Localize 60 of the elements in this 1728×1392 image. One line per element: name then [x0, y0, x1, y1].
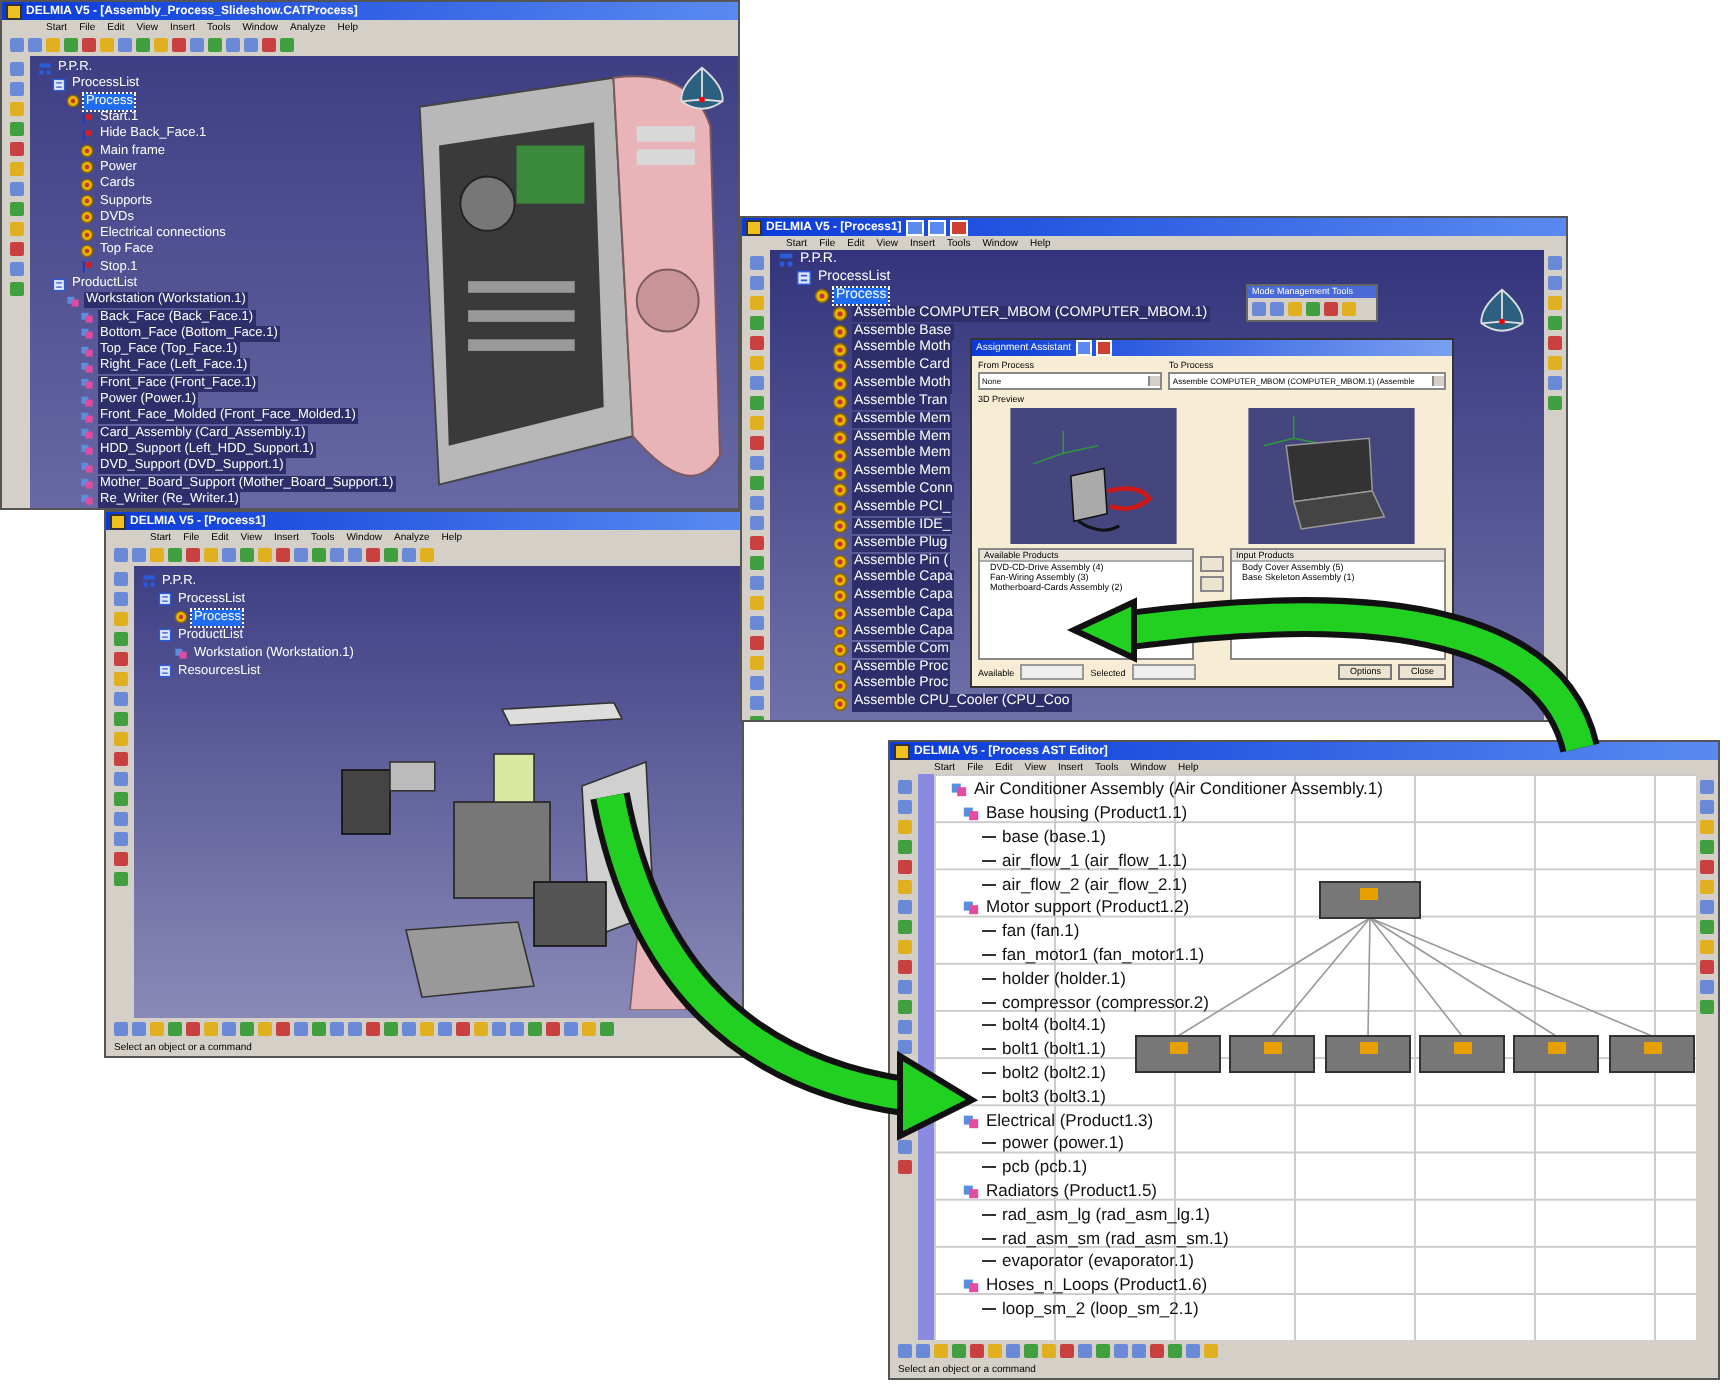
hierarchy-icon: [142, 574, 156, 588]
hierarchy-icon: [38, 61, 52, 76]
graph-node[interactable]: [1513, 1035, 1599, 1073]
input-field[interactable]: [1020, 664, 1085, 680]
list-icon: [158, 628, 172, 642]
hierarchy-icon: [778, 252, 794, 269]
graph-node[interactable]: [1319, 881, 1421, 919]
tree-item[interactable]: air_flow_1 (air_flow_1.1): [1000, 849, 1190, 872]
tree-item[interactable]: power (power.1): [1000, 1132, 1126, 1155]
tree-item[interactable]: holder (holder.1): [1000, 967, 1128, 990]
tree-item[interactable]: Electrical (Product1.3): [984, 1109, 1156, 1132]
graph-node[interactable]: [1135, 1035, 1221, 1073]
tree-item[interactable]: fan_motor1 (fan_motor1.1): [1000, 943, 1207, 966]
cubes-icon: [962, 898, 980, 917]
list-icon: [796, 270, 812, 287]
graph-node[interactable]: [1419, 1035, 1505, 1073]
graph-node[interactable]: [1229, 1035, 1315, 1073]
close-button[interactable]: [1095, 340, 1112, 356]
move-left-button[interactable]: [1200, 576, 1224, 592]
tree-item[interactable]: pcb (pcb.1): [1000, 1156, 1090, 1179]
graph-node[interactable]: [1609, 1035, 1695, 1073]
graph-node[interactable]: [1325, 1035, 1411, 1073]
gear-icon: [174, 610, 188, 624]
tree-item[interactable]: Air Conditioner Assembly (Air Conditioner Assembly.1): [972, 778, 1385, 801]
tree-item[interactable]: bolt2 (bolt2.1): [1000, 1061, 1108, 1084]
tree-item[interactable]: Radiators (Product1.5): [984, 1179, 1160, 1202]
list-icon: [158, 592, 172, 606]
app-icon: [6, 3, 22, 19]
tree-item[interactable]: rad_asm_lg (rad_asm_lg.1): [1000, 1203, 1212, 1226]
tree-item[interactable]: Base housing (Product1.1): [984, 802, 1190, 825]
tree-item[interactable]: base (base.1): [1000, 825, 1108, 848]
list-icon: [158, 664, 172, 678]
minimize-button[interactable]: [905, 219, 924, 235]
cubes-icon: [174, 646, 188, 660]
tree-item[interactable]: bolt3 (bolt3.1): [1000, 1085, 1108, 1108]
help-button[interactable]: [1075, 340, 1092, 356]
tree-item[interactable]: Hoses_n_Loops (Product1.6): [984, 1274, 1210, 1297]
cubes-icon: [962, 1111, 980, 1130]
gear-icon: [66, 94, 80, 109]
tree-item[interactable]: bolt1 (bolt1.1): [1000, 1038, 1108, 1061]
tree-item[interactable]: bolt4 (bolt4.1): [1000, 1014, 1108, 1037]
flag-icon: [80, 260, 94, 275]
tree-item[interactable]: fan (fan.1): [1000, 920, 1082, 943]
tree-item[interactable]: compressor (compressor.2): [1000, 991, 1211, 1014]
cubes-icon: [962, 1181, 980, 1200]
app-icon: [110, 513, 126, 529]
cubes-icon: [962, 1276, 980, 1295]
tree-item[interactable]: loop_sm_2 (loop_sm_2.1): [1000, 1297, 1201, 1320]
maximize-button[interactable]: [927, 219, 946, 235]
tree-item[interactable]: Motor support (Product1.2): [984, 896, 1192, 919]
app-icon: [746, 219, 762, 235]
move-right-button[interactable]: [1200, 556, 1224, 572]
input-field[interactable]: [1131, 664, 1196, 680]
close-button[interactable]: [949, 219, 968, 235]
app-icon: [894, 743, 910, 759]
list-icon: [52, 277, 66, 291]
tree-item[interactable]: evaporator (evaporator.1): [1000, 1250, 1196, 1273]
tree-item[interactable]: rad_asm_sm (rad_asm_sm.1): [1000, 1227, 1231, 1250]
tree-item[interactable]: air_flow_2 (air_flow_2.1): [1000, 873, 1190, 896]
list-icon: [52, 77, 66, 92]
